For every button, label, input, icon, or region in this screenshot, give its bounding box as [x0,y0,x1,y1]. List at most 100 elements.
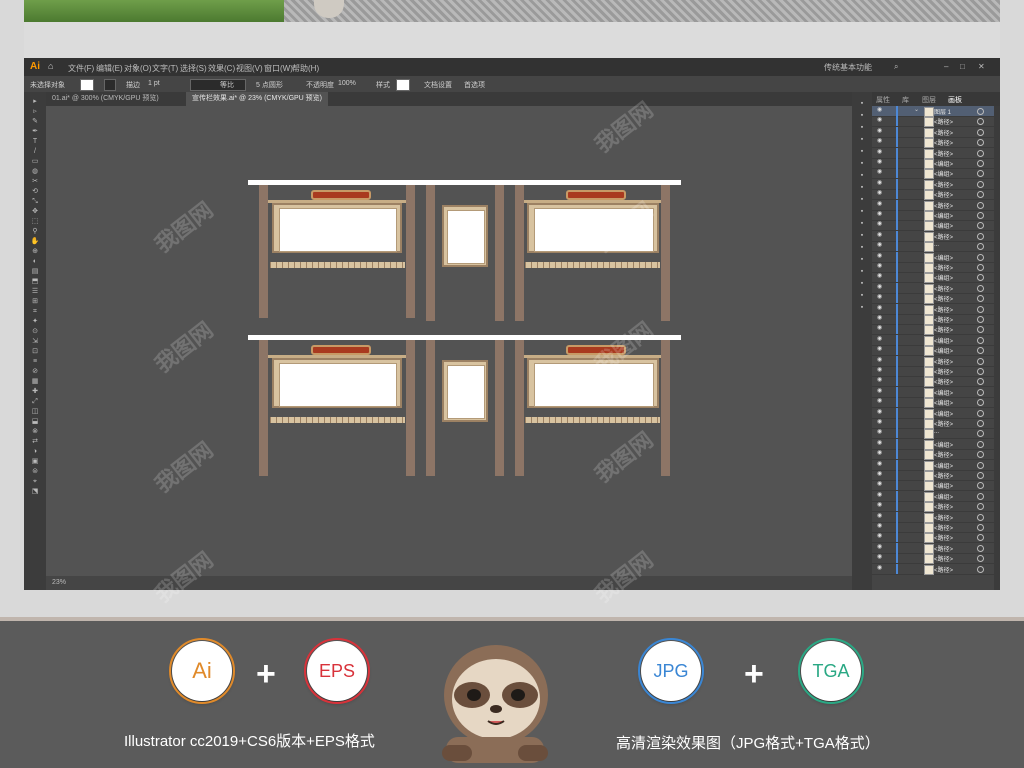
target-icon[interactable] [977,565,984,573]
layer-row[interactable]: ◉ <路径> [872,126,994,138]
eye-icon[interactable]: ◉ [877,376,882,383]
eye-icon[interactable]: ◉ [877,439,882,446]
tool-icon[interactable]: ▭ [30,158,40,166]
layer-row[interactable]: ◉ <路径> [872,303,994,315]
tool-icon[interactable]: ⬚ [30,218,40,226]
eye-icon[interactable]: ◉ [877,189,882,196]
tool-icon[interactable]: ✎ [30,118,40,126]
layer-row[interactable]: ◉ <路径> [872,418,994,429]
panel-icon[interactable]: ▪ [857,136,867,144]
artboard-canvas[interactable] [46,106,852,576]
panel-icon[interactable]: ▪ [857,100,867,108]
panel-icon[interactable]: ▪ [857,280,867,288]
eye-icon[interactable]: ◉ [877,116,882,123]
eye-icon[interactable]: ◉ [877,553,882,560]
tab-doc-01[interactable]: 01.ai* @ 300% (CMYK/GPU 预览) [46,92,165,106]
target-icon[interactable] [977,409,984,417]
menu-object[interactable]: 对象(O) [124,63,152,74]
eye-icon[interactable]: ◉ [877,106,882,113]
target-icon[interactable] [977,243,984,251]
eye-icon[interactable]: ◉ [877,428,882,435]
panel-icon[interactable]: ▪ [857,292,867,300]
target-icon[interactable] [977,139,984,147]
layer-row[interactable]: ◉ <编组> [872,334,994,346]
eye-icon[interactable]: ◉ [877,449,882,456]
layer-row[interactable]: ◉ <路径> [872,522,994,533]
eye-icon[interactable]: ◉ [877,397,882,404]
tab-library[interactable]: 库 [902,95,909,105]
tool-icon[interactable]: ⇲ [30,338,40,346]
tool-icon[interactable]: ▣ [30,458,40,466]
panel-icon[interactable]: ▪ [857,172,867,180]
tool-icon[interactable]: ✦ [30,318,40,326]
target-icon[interactable] [977,472,984,479]
eye-icon[interactable]: ◉ [877,387,882,394]
maximize-icon[interactable]: □ [960,62,965,71]
eye-icon[interactable]: ◉ [877,491,882,498]
eye-icon[interactable]: ◉ [877,168,882,175]
eye-icon[interactable]: ◉ [877,345,882,352]
layer-row[interactable]: ◉ <路径> [872,553,994,565]
tool-icon[interactable]: ⌖ [30,478,40,486]
document-setup-button[interactable]: 文档设置 [424,80,452,90]
target-icon[interactable] [977,201,984,209]
tool-icon[interactable]: ⤢ [30,398,40,406]
layer-row[interactable]: ◉... [872,428,994,440]
eye-icon[interactable]: ◉ [877,220,882,227]
target-icon[interactable] [977,191,984,199]
tool-icon[interactable]: T [30,138,40,146]
tool-icon[interactable]: ⊕ [30,248,40,256]
panel-icon[interactable]: ▪ [857,160,867,168]
eye-icon[interactable]: ◉ [877,418,882,425]
layer-row[interactable]: ◉... [872,241,994,253]
layer-row[interactable]: ◉ <编组> [872,158,994,169]
eye-icon[interactable]: ◉ [877,356,882,363]
fill-swatch[interactable] [80,79,94,91]
tool-icon[interactable]: / [30,148,40,156]
tool-icon[interactable]: ▤ [30,268,40,276]
preferences-button[interactable]: 首选项 [464,80,485,90]
menu-effect[interactable]: 效果(C) [208,63,235,74]
eye-icon[interactable]: ◉ [877,262,882,269]
tool-icon[interactable]: ⤡ [30,198,40,206]
menu-edit[interactable]: 编辑(E) [96,63,123,74]
tab-layers[interactable]: 图层 [922,95,936,105]
target-icon[interactable] [977,232,984,240]
target-icon[interactable] [977,305,984,313]
layer-row[interactable]: ◉ <路径> [872,314,994,325]
target-icon[interactable] [977,524,984,531]
tool-icon[interactable]: ⟲ [30,188,40,196]
tool-icon[interactable]: ✥ [30,208,40,216]
tool-icon[interactable]: ◑ [30,448,40,456]
target-icon[interactable] [977,170,984,178]
eye-icon[interactable]: ◉ [877,543,882,550]
layer-row[interactable]: ◉ <路径> [872,189,994,201]
target-icon[interactable] [977,461,984,469]
tool-icon[interactable]: ⬓ [30,418,40,426]
tool-icon[interactable]: ⊗ [30,428,40,436]
layer-row[interactable]: ◉ <路径> [872,501,994,513]
tool-icon[interactable]: ◍ [30,168,40,176]
eye-icon[interactable]: ◉ [877,272,882,279]
home-icon[interactable]: ⌂ [48,61,53,71]
layer-row[interactable]: ◉ <路径> [872,355,994,367]
eye-icon[interactable]: ◉ [877,127,882,134]
panel-icon[interactable]: ▪ [857,256,867,264]
minimize-icon[interactable]: – [944,62,948,71]
layer-row[interactable]: ◉ <编组> [872,490,994,502]
style-swatch[interactable] [396,79,410,91]
layer-row[interactable]: ◉ <编组> [872,407,994,419]
tool-icon[interactable]: ⊜ [30,468,40,476]
target-icon[interactable] [977,149,984,157]
target-icon[interactable] [977,212,984,219]
layer-row[interactable]: ◉ <路径> [872,178,994,190]
target-icon[interactable] [977,378,984,386]
tab-doc-billboard[interactable]: 宣传栏效果.ai* @ 23% (CMYK/GPU 预览) [186,92,329,106]
tool-icon[interactable]: ▦ [30,378,40,386]
tool-icon[interactable]: ≡ [30,358,40,366]
layer-row[interactable]: ◉ <路径> [872,137,994,149]
target-icon[interactable] [977,420,984,427]
eye-icon[interactable]: ◉ [877,408,882,415]
eye-icon[interactable]: ◉ [877,324,882,331]
layer-row[interactable]: ◉ ⌄ 图层 1 [872,106,994,117]
